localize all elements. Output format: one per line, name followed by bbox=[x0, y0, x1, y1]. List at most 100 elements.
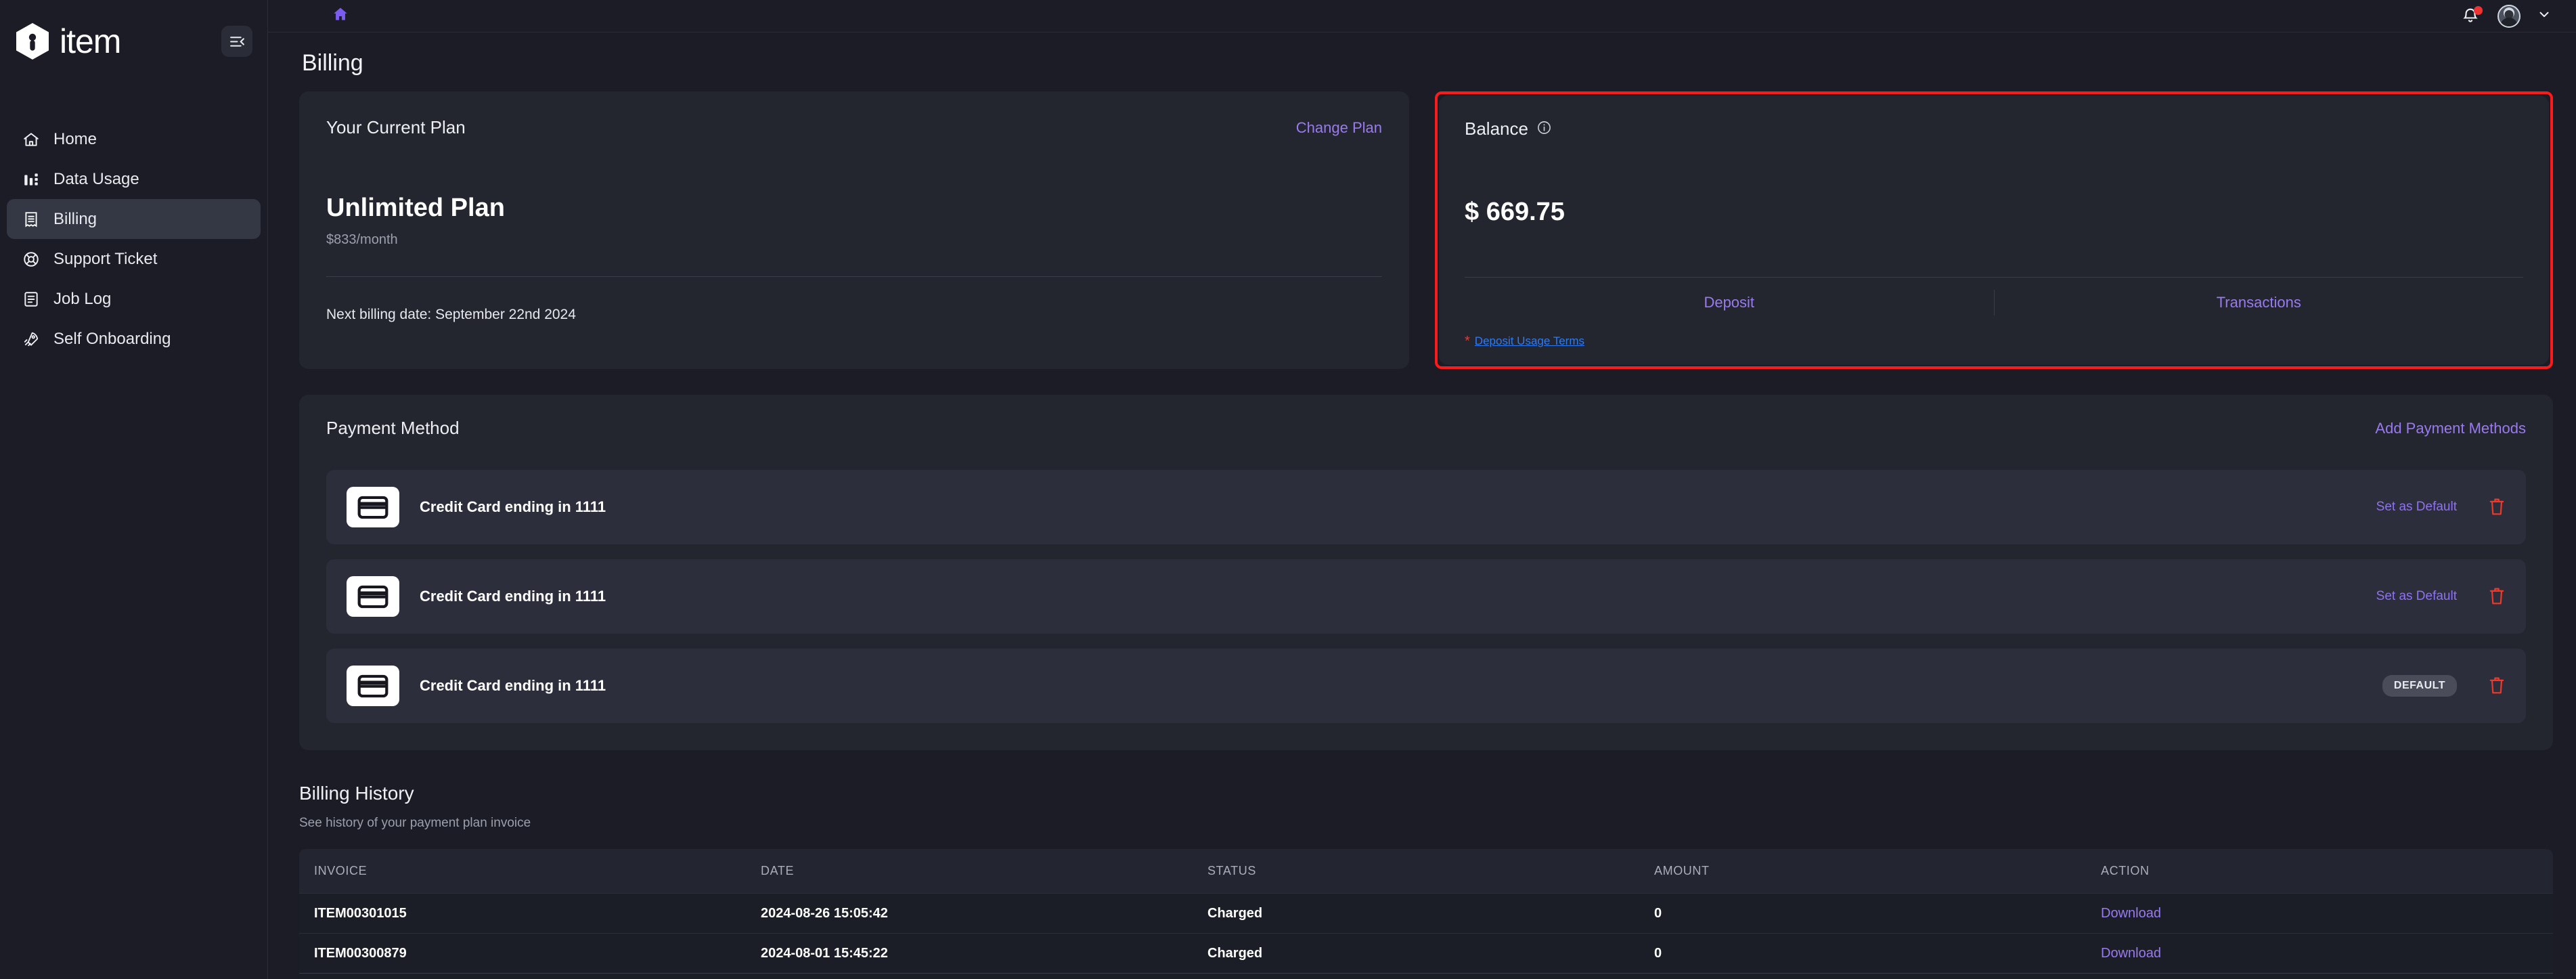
trash-icon[interactable] bbox=[2488, 497, 2506, 517]
column-header-invoice: INVOICE bbox=[299, 864, 746, 878]
lifebuoy-icon bbox=[22, 250, 41, 269]
required-asterisk: * bbox=[1465, 334, 1470, 348]
download-link[interactable]: Download bbox=[2101, 906, 2161, 921]
add-payment-methods-link[interactable]: Add Payment Methods bbox=[2375, 420, 2526, 437]
sidebar-nav: Home Data Usage bbox=[0, 119, 267, 359]
table-row[interactable]: ITEM00301015 2024-08-26 15:05:42 Charged… bbox=[299, 893, 2553, 933]
main-area: Billing Your Current Plan Change Plan Un… bbox=[268, 0, 2576, 979]
balance-amount: $ 669.75 bbox=[1465, 198, 2523, 227]
cell-status: Charged bbox=[1193, 906, 1639, 921]
receipt-icon bbox=[22, 210, 41, 229]
trash-icon[interactable] bbox=[2488, 586, 2506, 607]
payment-method-row[interactable]: Credit Card ending in 1111 Set as Defaul… bbox=[326, 559, 2526, 634]
brand-name: item bbox=[60, 22, 120, 61]
balance-card: Balance $ 669.75 Deposit bbox=[1439, 95, 2549, 365]
table-row[interactable]: ITEM00300879 2024-08-01 15:45:22 Charged… bbox=[299, 933, 2553, 973]
sidebar-item-support-ticket[interactable]: Support Ticket bbox=[7, 239, 261, 279]
sidebar-item-label: Support Ticket bbox=[53, 250, 157, 269]
sidebar-item-billing[interactable]: Billing bbox=[7, 199, 261, 239]
notification-dot bbox=[2474, 6, 2483, 15]
payment-method-card: Payment Method Add Payment Methods Credi bbox=[299, 395, 2553, 750]
balance-actions: Deposit Transactions bbox=[1465, 278, 2523, 328]
plan-card-title: Your Current Plan bbox=[326, 117, 466, 138]
credit-card-icon bbox=[347, 576, 399, 617]
set-as-default-button[interactable]: Set as Default bbox=[2376, 500, 2457, 515]
plan-card-header: Your Current Plan Change Plan bbox=[326, 117, 1382, 138]
sidebar-item-job-log[interactable]: Job Log bbox=[7, 279, 261, 319]
billing-history-title: Billing History bbox=[299, 783, 2553, 804]
next-billing-date: Next billing date: September 22nd 2024 bbox=[326, 307, 1382, 323]
sidebar-item-label: Home bbox=[53, 130, 97, 149]
payment-method-header: Payment Method Add Payment Methods bbox=[326, 418, 2526, 439]
current-plan-card: Your Current Plan Change Plan Unlimited … bbox=[299, 91, 1409, 369]
transactions-button[interactable]: Transactions bbox=[1995, 294, 2524, 311]
cell-date: 2024-08-01 15:45:22 bbox=[746, 946, 1193, 961]
sidebar-item-label: Self Onboarding bbox=[53, 330, 171, 349]
collapse-sidebar-icon[interactable] bbox=[221, 26, 252, 57]
topbar-right bbox=[2461, 5, 2552, 28]
balance-card-title: Balance bbox=[1465, 118, 1528, 139]
avatar[interactable] bbox=[2497, 5, 2521, 28]
home-icon[interactable] bbox=[332, 5, 349, 26]
deposit-usage-terms-link[interactable]: Deposit Usage Terms bbox=[1475, 334, 1584, 348]
app-root: item Home bbox=[0, 0, 2576, 979]
credit-card-icon bbox=[347, 487, 399, 527]
billing-history-table: INVOICE DATE STATUS AMOUNT ACTION ITEM00… bbox=[299, 849, 2553, 979]
plan-name: Unlimited Plan bbox=[326, 194, 1382, 223]
sidebar-item-label: Data Usage bbox=[53, 170, 139, 189]
table-header-row: INVOICE DATE STATUS AMOUNT ACTION bbox=[299, 849, 2553, 893]
avatar-body bbox=[2500, 18, 2518, 26]
rocket-icon bbox=[22, 330, 41, 349]
plan-price: $833/month bbox=[326, 232, 1382, 248]
payment-method-row[interactable]: Credit Card ending in 1111 Set as Defaul… bbox=[326, 470, 2526, 544]
payment-method-list: Credit Card ending in 1111 Set as Defaul… bbox=[326, 470, 2526, 723]
balance-card-header: Balance bbox=[1465, 118, 2523, 139]
sidebar: item Home bbox=[0, 0, 268, 979]
change-plan-link[interactable]: Change Plan bbox=[1296, 119, 1382, 137]
credit-card-icon bbox=[347, 666, 399, 706]
cell-invoice: ITEM00301015 bbox=[299, 906, 746, 921]
topbar bbox=[268, 0, 2576, 32]
set-as-default-button[interactable]: Set as Default bbox=[2376, 589, 2457, 604]
payment-method-label: Credit Card ending in 1111 bbox=[420, 677, 606, 695]
page-content: Billing Your Current Plan Change Plan Un… bbox=[268, 32, 2576, 979]
payment-method-title: Payment Method bbox=[326, 418, 460, 439]
plan-divider bbox=[326, 276, 1382, 277]
payment-method-label: Credit Card ending in 1111 bbox=[420, 588, 606, 605]
deposit-terms-row: * Deposit Usage Terms bbox=[1465, 334, 2523, 348]
info-circle-icon[interactable] bbox=[1536, 120, 1552, 139]
deposit-button[interactable]: Deposit bbox=[1465, 294, 1994, 311]
column-header-amount: AMOUNT bbox=[1639, 864, 2086, 878]
payment-method-label: Credit Card ending in 1111 bbox=[420, 498, 606, 516]
page-title: Billing bbox=[302, 50, 2553, 77]
document-lines-icon bbox=[22, 290, 41, 309]
balance-highlight-border: Balance $ 669.75 Deposit bbox=[1435, 91, 2553, 369]
cell-amount: 0 bbox=[1639, 906, 2086, 921]
table-footer: 2 Results Show: 10 ‹ 1 › bbox=[299, 973, 2553, 979]
sidebar-item-data-usage[interactable]: Data Usage bbox=[7, 159, 261, 199]
download-link[interactable]: Download bbox=[2101, 946, 2161, 961]
cell-status: Charged bbox=[1193, 946, 1639, 961]
cell-invoice: ITEM00300879 bbox=[299, 946, 746, 961]
cell-amount: 0 bbox=[1639, 946, 2086, 961]
bar-chart-icon bbox=[22, 170, 41, 189]
chevron-down-icon[interactable] bbox=[2537, 7, 2552, 25]
billing-history-subtitle: See history of your payment plan invoice bbox=[299, 816, 2553, 831]
column-header-status: STATUS bbox=[1193, 864, 1639, 878]
sidebar-item-home[interactable]: Home bbox=[7, 119, 261, 159]
brand[interactable]: item bbox=[15, 22, 120, 61]
sidebar-brand-row: item bbox=[0, 12, 267, 66]
home-icon bbox=[22, 130, 41, 149]
trash-icon[interactable] bbox=[2488, 676, 2506, 696]
column-header-date: DATE bbox=[746, 864, 1193, 878]
summary-row: Your Current Plan Change Plan Unlimited … bbox=[284, 91, 2553, 369]
sidebar-item-label: Billing bbox=[53, 210, 97, 229]
sidebar-item-label: Job Log bbox=[53, 290, 111, 309]
notification-bell-icon[interactable] bbox=[2461, 6, 2481, 26]
payment-method-row[interactable]: Credit Card ending in 1111 DEFAULT bbox=[326, 649, 2526, 723]
cell-date: 2024-08-26 15:05:42 bbox=[746, 906, 1193, 921]
sidebar-item-self-onboarding[interactable]: Self Onboarding bbox=[7, 319, 261, 359]
hexagon-item-logo-icon bbox=[15, 22, 50, 60]
column-header-action: ACTION bbox=[2086, 864, 2553, 878]
default-badge: DEFAULT bbox=[2382, 675, 2457, 697]
